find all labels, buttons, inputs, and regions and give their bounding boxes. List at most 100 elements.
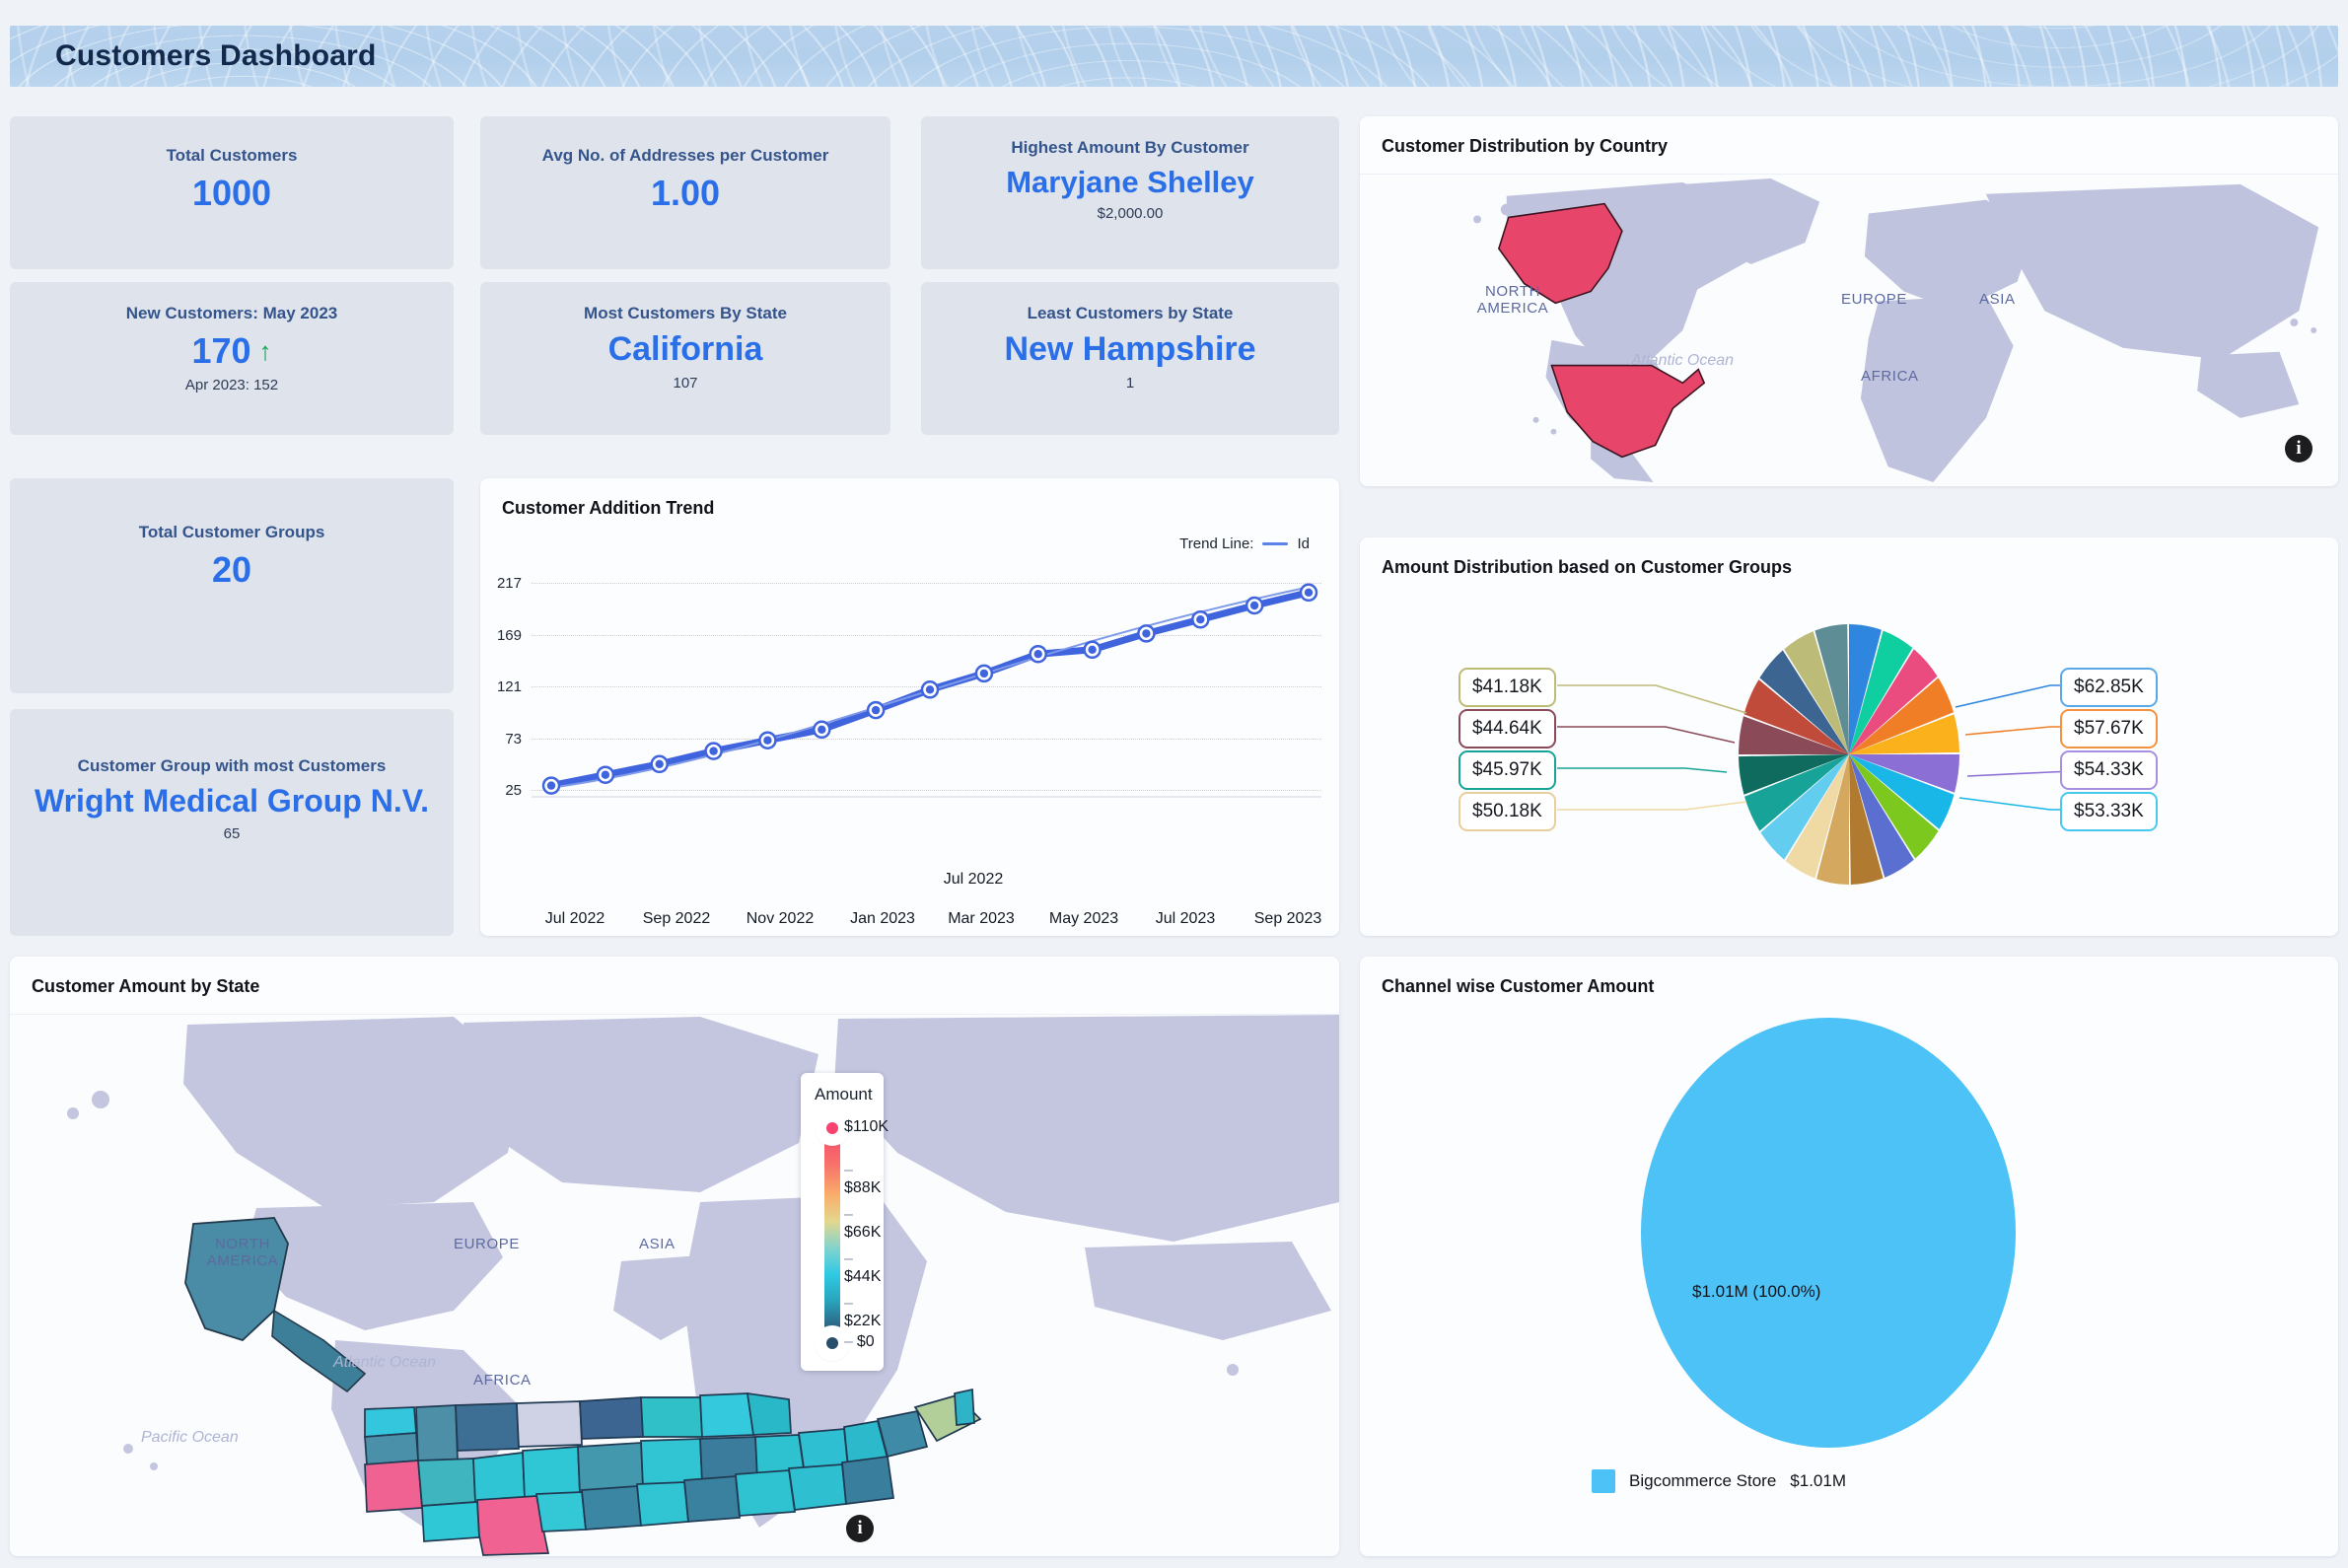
continent-label-europe: EUROPE <box>454 1236 520 1252</box>
world-map-svg <box>1360 175 2338 486</box>
amount-tick-44k: –$44K <box>844 1250 882 1285</box>
ocean-label-atlantic: Atlantic Ocean <box>1631 352 1735 369</box>
pie-label-57-67k[interactable]: $57.67K <box>2060 709 2158 748</box>
kpi-card-total-customers[interactable]: Total Customers 1000 <box>10 116 454 269</box>
dashboard-header: Customers Dashboard <box>10 26 2338 87</box>
trend-point-core <box>601 770 610 779</box>
kpi-value: 170 <box>191 330 251 372</box>
world-map-countries[interactable]: NORTH AMERICA EUROPE ASIA AFRICA Atlanti… <box>1360 175 2338 486</box>
kpi-label: Customer Group with most Customers <box>77 756 387 775</box>
trend-point-core <box>1142 629 1151 638</box>
trend-x-tick-may-2023: May 2023 <box>1048 910 1119 927</box>
kpi-value: 20 <box>211 549 252 591</box>
legend-label-bigcommerce: Bigcommerce Store <box>1629 1471 1777 1490</box>
kpi-card-least-customers-state[interactable]: Least Customers by State New Hampshire 1 <box>921 282 1339 435</box>
kpi-value: California <box>607 330 763 369</box>
kpi-label: Highest Amount By Customer <box>1011 138 1249 157</box>
kpi-subvalue: 107 <box>673 374 698 392</box>
kpi-value: Maryjane Shelley <box>1006 165 1254 200</box>
panel-amount-distribution-groups: Amount Distribution based on Customer Gr… <box>1360 537 2338 936</box>
trend-x-tick-jul-2022: Jul 2022 <box>544 910 605 927</box>
color-ramp <box>824 1124 840 1339</box>
amount-legend-title: Amount <box>815 1085 873 1104</box>
kpi-subvalue: Apr 2023: 152 <box>184 376 279 393</box>
kpi-label: Total Customer Groups <box>138 523 325 541</box>
trend-point-core <box>763 736 772 745</box>
kpi-subvalue: $2,000.00 <box>1097 205 1164 223</box>
amount-color-legend[interactable]: Amount $110K –$88K –$66K –$44K –$22K – $0 <box>801 1073 889 1371</box>
pie-label-53-33k[interactable]: $53.33K <box>2060 792 2158 831</box>
trend-point-core <box>979 669 989 678</box>
panel-customer-addition-trend: Customer Addition Trend Trend Line: Id 2… <box>480 478 1339 936</box>
continent-label-europe: EUROPE <box>1841 291 1907 308</box>
trend-x-tick-mar-2023: Mar 2023 <box>948 910 1015 927</box>
panel-customer-distribution-country: Customer Distribution by Country NORTH A… <box>1360 116 2338 486</box>
kpi-value-with-trend: 170 ↑ <box>191 331 271 371</box>
trend-point-core <box>1304 588 1314 597</box>
kpi-subvalue: 65 <box>223 824 241 842</box>
trend-x-tick-sep-2022: Sep 2022 <box>642 910 711 927</box>
continent-label-north-america: NORTH AMERICA <box>206 1236 279 1270</box>
kpi-card-new-customers[interactable]: New Customers: May 2023 170 ↑ Apr 2023: … <box>10 282 454 435</box>
kpi-card-most-customers-state[interactable]: Most Customers By State California 107 <box>480 282 890 435</box>
trend-point-core <box>655 759 664 768</box>
world-map-states[interactable]: NORTH AMERICA EUROPE ASIA AFRICA Atlanti… <box>10 1015 1339 1556</box>
amount-tick-88k: –$88K <box>844 1162 882 1196</box>
channel-legend[interactable]: Bigcommerce Store $1.01M <box>1592 1469 1846 1493</box>
trend-point-core <box>1088 645 1097 654</box>
amount-tick-22k: –$22K <box>844 1295 882 1329</box>
amount-tick-66k: –$66K <box>844 1206 882 1241</box>
pie-label-44-64k[interactable]: $44.64K <box>1459 709 1556 748</box>
page-title: Customers Dashboard <box>55 39 377 72</box>
panel-customer-amount-state: Customer Amount by State NORTH AMERICA E… <box>10 957 1339 1556</box>
trend-x-tick-jul-2023: Jul 2023 <box>1155 910 1216 927</box>
pie-label-50-18k[interactable]: $50.18K <box>1459 792 1556 831</box>
channel-pie-center-label: $1.01M (100.0%) <box>1692 1282 1821 1301</box>
trend-point-core <box>871 705 881 715</box>
kpi-label: Total Customers <box>166 146 298 165</box>
trend-point-core <box>1196 615 1205 624</box>
panel-title: Customer Amount by State <box>32 976 260 996</box>
arrow-up-icon: ↑ <box>258 335 272 366</box>
continent-label-north-america: NORTH AMERICA <box>1476 283 1549 318</box>
trend-point-core <box>925 685 935 694</box>
continent-label-africa: AFRICA <box>473 1372 532 1389</box>
trend-point-core <box>709 747 718 755</box>
info-icon[interactable]: i <box>2285 435 2312 463</box>
trend-point-core <box>1249 601 1259 610</box>
trend-point-core <box>546 781 556 790</box>
ocean-label-pacific: Pacific Ocean <box>141 1429 239 1446</box>
panel-title: Customer Addition Trend <box>502 498 715 518</box>
amount-tick-110k: $110K <box>844 1118 889 1135</box>
pie-label-54-33k[interactable]: $54.33K <box>2060 750 2158 790</box>
kpi-label: Most Customers By State <box>584 304 787 322</box>
pie-label-62-85k[interactable]: $62.85K <box>2060 668 2158 707</box>
ocean-label-atlantic: Atlantic Ocean <box>333 1354 437 1371</box>
kpi-card-highest-amount[interactable]: Highest Amount By Customer Maryjane Shel… <box>921 116 1339 269</box>
info-icon[interactable]: i <box>846 1515 874 1542</box>
panel-title: Customer Distribution by Country <box>1382 136 1669 156</box>
legend-swatch-bigcommerce <box>1592 1469 1615 1493</box>
continent-label-asia: ASIA <box>639 1236 676 1252</box>
kpi-label: Avg No. of Addresses per Customer <box>541 146 829 165</box>
kpi-label: Least Customers by State <box>1027 304 1234 322</box>
pie-label-45-97k[interactable]: $45.97K <box>1459 750 1556 790</box>
kpi-value: New Hampshire <box>1004 330 1256 369</box>
kpi-value: 1.00 <box>650 173 721 214</box>
legend-value-bigcommerce: $1.01M <box>1790 1471 1846 1490</box>
kpi-value: Wright Medical Group N.V. <box>34 783 430 820</box>
trend-x-tick-jan-2023: Jan 2023 <box>850 910 915 927</box>
trend-point-core <box>1033 650 1042 659</box>
channel-pie-svg[interactable] <box>1360 1014 2338 1487</box>
dashboard-page: Customers Dashboard Total Customers 1000… <box>0 0 2348 1568</box>
kpi-card-total-groups[interactable]: Total Customer Groups 20 <box>10 478 454 693</box>
trend-chart[interactable]: Trend Line: Id 217 169 121 73 25 <box>480 526 1339 799</box>
trend-point-core <box>818 725 826 734</box>
kpi-card-avg-addresses[interactable]: Avg No. of Addresses per Customer 1.00 <box>480 116 890 269</box>
kpi-card-top-group[interactable]: Customer Group with most Customers Wrigh… <box>10 709 454 936</box>
x-tick-0: Jul 2022 <box>943 871 1004 888</box>
kpi-subvalue: 1 <box>1125 374 1135 392</box>
pie-label-41-18k[interactable]: $41.18K <box>1459 668 1556 707</box>
trend-x-tick-sep-2023: Sep 2023 <box>1253 910 1322 927</box>
panel-title: Channel wise Customer Amount <box>1382 976 1655 996</box>
